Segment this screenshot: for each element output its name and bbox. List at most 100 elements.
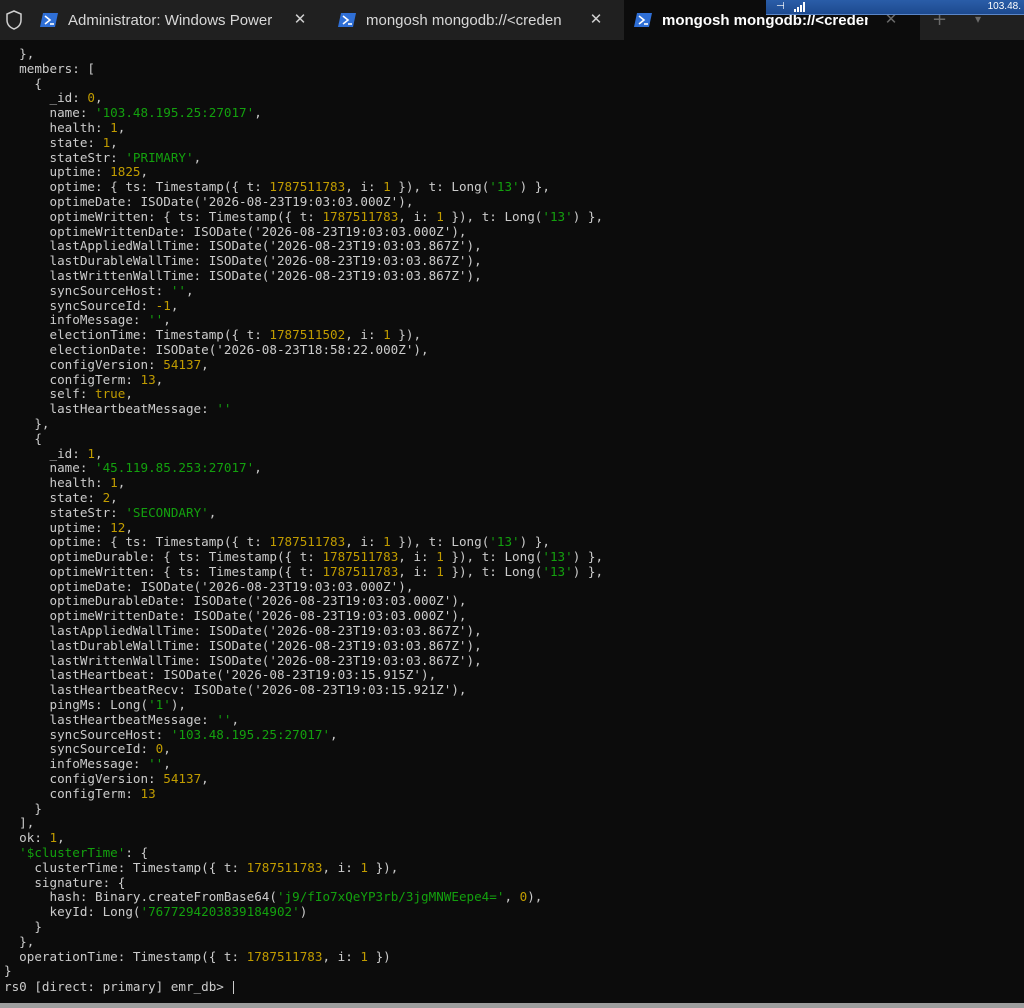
text-token: , — [208, 504, 217, 520]
close-icon[interactable]: ✕ — [291, 10, 309, 28]
close-icon[interactable]: ✕ — [587, 10, 605, 28]
string-token: '' — [216, 711, 232, 727]
text-token: , — [110, 134, 118, 150]
string-token: '' — [216, 401, 232, 417]
text-token: ), — [527, 889, 543, 905]
text-token: }), t: Long( — [443, 563, 543, 579]
text-token: self: — [4, 386, 95, 402]
text-token: health: — [4, 475, 111, 491]
text-token: , i: — [398, 208, 437, 224]
terminal-line: }, — [4, 46, 1024, 62]
text-token: uptime: — [4, 519, 111, 535]
text-token: optimeDate: ISODate('2026-08-23T19:03:03… — [4, 193, 414, 209]
text-token: optimeWrittenDate: ISODate('2026-08-23T1… — [4, 223, 467, 239]
string-token: '13' — [489, 179, 520, 195]
number-token: 1 — [360, 859, 368, 875]
window-bottom-edge — [0, 1003, 1024, 1008]
terminal-line: { — [4, 75, 1024, 92]
text-token: state: — [4, 134, 103, 150]
string-token: '7677294203839184902' — [140, 904, 300, 920]
number-token: 1 — [360, 948, 368, 964]
number-token: -1 — [155, 297, 171, 313]
terminal-line: { — [4, 430, 1024, 447]
terminal-line: name: '45.119.85.253:27017', — [4, 460, 1024, 476]
text-token: , — [254, 105, 262, 121]
terminal-line: lastWrittenWallTime: ISODate('2026-08-23… — [4, 653, 1024, 669]
text-token: _id: — [4, 90, 88, 106]
terminal-line: syncSourceId: 0, — [4, 742, 1024, 757]
terminal-line: lastAppliedWallTime: ISODate('2026-08-23… — [4, 238, 1024, 254]
terminal-line: signature: { — [4, 874, 1024, 891]
terminal-line: members: [ — [4, 61, 1024, 77]
text-token: { — [4, 430, 42, 446]
text-token: }), — [390, 327, 422, 343]
terminal-line: } — [4, 964, 1024, 979]
tab-mongosh-1[interactable]: mongosh mongodb://<creden ✕ — [328, 0, 620, 40]
string-token: '13' — [542, 549, 573, 565]
text-token: , i: — [345, 179, 384, 195]
terminal-line: lastHeartbeatRecv: ISODate('2026-08-23T1… — [4, 682, 1024, 698]
powershell-icon — [40, 13, 58, 27]
remote-connection-bar[interactable]: ⊣ 103.48. — [766, 0, 1024, 15]
shield-icon[interactable] — [5, 10, 23, 30]
text-token: signature: { — [4, 874, 126, 890]
number-token: 0 — [87, 90, 95, 106]
number-token: 1787511783 — [269, 179, 346, 195]
number-token: true — [95, 386, 126, 402]
text-token: }), t: Long( — [390, 534, 490, 550]
terminal-line: self: true, — [4, 386, 1024, 402]
tab-administrator-powershell[interactable]: Administrator: Windows Power ✕ — [30, 0, 326, 40]
number-token: 1 — [383, 534, 391, 550]
text-token: ) }, — [572, 208, 604, 224]
string-token: '13' — [542, 563, 573, 579]
text-token: , — [57, 830, 65, 846]
text-token: ) }, — [572, 549, 604, 565]
text-token: optime: { ts: Timestamp({ t: — [4, 534, 270, 550]
text-token: syncSourceHost: — [4, 282, 171, 298]
pin-icon[interactable]: ⊣ — [776, 1, 785, 12]
number-token: 54137 — [163, 356, 202, 372]
text-token: optimeWritten: { ts: Timestamp({ t: — [4, 563, 323, 579]
powershell-icon — [634, 13, 652, 27]
shell-prompt[interactable]: rs0 [direct: primary] emr_db> — [4, 979, 235, 995]
text-token: , i: — [322, 948, 361, 964]
text-token: , — [155, 371, 164, 387]
text-token: }), t: Long( — [443, 549, 543, 565]
terminal-line: lastHeartbeat: ISODate('2026-08-23T19:03… — [4, 668, 1024, 683]
text-token: , i: — [345, 327, 384, 343]
terminal-line: pingMs: Long('1'), — [4, 697, 1024, 713]
terminal-line: optimeWritten: { ts: Timestamp({ t: 1787… — [4, 563, 1024, 580]
text-token: } — [4, 919, 42, 935]
text-token: , — [170, 297, 179, 313]
terminal-line: syncSourceHost: '', — [4, 282, 1024, 299]
text-token: { — [4, 75, 42, 91]
terminal-line: ok: 1, — [4, 830, 1024, 846]
text-token: , — [110, 489, 118, 505]
string-token: '103.48.195.25:27017' — [170, 726, 331, 742]
text-token: optimeWrittenDate: ISODate('2026-08-23T1… — [4, 608, 467, 624]
text-token: name: — [4, 105, 95, 121]
terminal-line: optimeDurable: { ts: Timestamp({ t: 1787… — [4, 549, 1024, 565]
number-token: 1787511783 — [269, 534, 346, 550]
text-token: , — [140, 164, 149, 180]
text-token: , — [95, 90, 103, 106]
text-token: , — [125, 386, 133, 402]
terminal-line: stateStr: 'SECONDARY', — [4, 504, 1024, 521]
text-token: optimeWritten: { ts: Timestamp({ t: — [4, 208, 323, 224]
tab-title: mongosh mongodb://<creden — [366, 11, 562, 29]
text-token: keyId: Long( — [4, 904, 141, 920]
text-token: configVersion: — [4, 356, 164, 372]
text-token: lastDurableWallTime: ISODate('2026-08-23… — [4, 253, 482, 269]
number-token: 1825 — [110, 164, 141, 180]
terminal-line: syncSourceHost: '103.48.195.25:27017', — [4, 726, 1024, 743]
terminal-line: lastHeartbeatMessage: '', — [4, 711, 1024, 728]
terminal-output[interactable]: }, members: [ { _id: 0, name: '103.48.19… — [4, 46, 1024, 1008]
number-token: 1 — [383, 327, 391, 343]
text-token: stateStr: — [4, 504, 126, 520]
number-token: 1 — [436, 549, 444, 565]
terminal-line: optimeWritten: { ts: Timestamp({ t: 1787… — [4, 208, 1024, 225]
terminal-line: lastDurableWallTime: ISODate('2026-08-23… — [4, 253, 1024, 269]
text-token: , — [254, 460, 262, 476]
terminal-line: '$clusterTime': { — [4, 845, 1024, 861]
terminal-line: } — [4, 801, 1024, 817]
